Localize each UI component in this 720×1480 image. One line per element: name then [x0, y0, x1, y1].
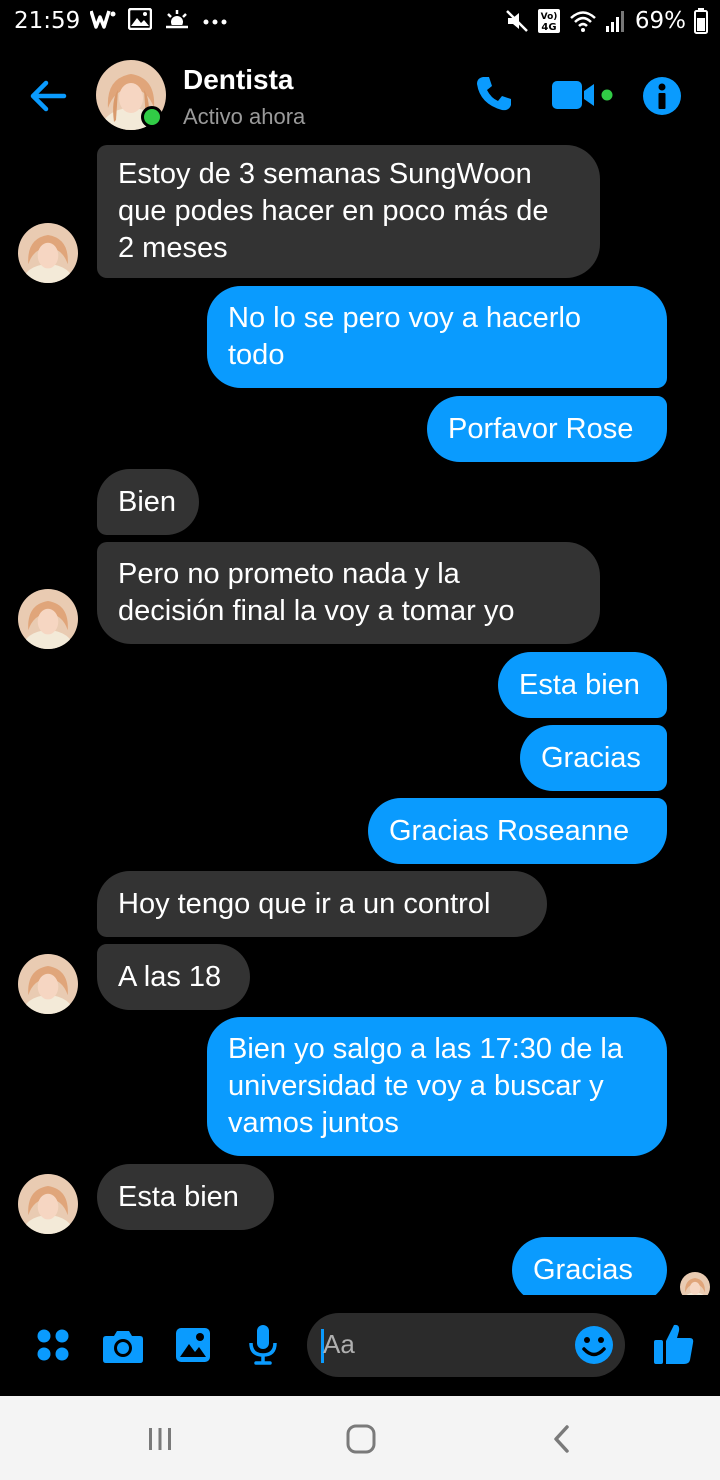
message-input-placeholder: Aa [323, 1329, 355, 1359]
apps-icon[interactable] [36, 1328, 70, 1362]
message-line: Esta bien [118, 1180, 239, 1213]
w-app-icon [90, 10, 116, 29]
home-icon[interactable] [344, 1424, 378, 1454]
conversation-header: Dentista Activo ahora [0, 48, 720, 140]
status-time: 21:59 [14, 8, 81, 34]
message-line: Gracias [541, 741, 641, 774]
message-line: Porfavor Rose [448, 412, 634, 445]
phone-icon[interactable] [474, 74, 514, 114]
camera-icon[interactable] [102, 1328, 144, 1364]
notification-icons [90, 8, 228, 30]
contact-name[interactable]: Dentista [183, 64, 293, 96]
message-line: Hoy tengo que ir a un control [118, 887, 491, 920]
message-composer: Aa [0, 1298, 720, 1394]
message-line: Estoy de 3 semanas SungWoon [118, 158, 532, 190]
video-camera-icon[interactable] [550, 78, 616, 112]
message-line: No lo se pero voy a hacerlo [228, 302, 582, 334]
sender-avatar[interactable] [18, 1174, 78, 1234]
mute-icon [505, 10, 528, 32]
battery-percentage: 69% [634, 8, 686, 34]
message-line: vamos juntos [228, 1107, 399, 1139]
message-incoming[interactable]: Bien [97, 469, 199, 535]
emoji-icon[interactable] [573, 1324, 615, 1366]
back-arrow-icon[interactable] [26, 74, 70, 118]
thumbs-up-icon[interactable] [653, 1322, 695, 1366]
message-outgoing[interactable]: Esta bien [498, 652, 667, 718]
status-bar: 21:59 Vo) 4G 69% [0, 0, 720, 44]
recent-apps-icon[interactable] [145, 1424, 175, 1454]
battery-icon [694, 8, 708, 34]
message-list[interactable]: Estoy de 3 semanas SungWoon que podes ha… [0, 140, 720, 1295]
gallery-notification-icon [128, 8, 152, 30]
message-input[interactable]: Aa [307, 1313, 625, 1377]
message-outgoing[interactable]: Gracias Roseanne [368, 798, 667, 864]
message-line: Gracias [533, 1253, 633, 1286]
system-icons: Vo) 4G 69% [505, 8, 708, 34]
message-line: universidad te voy a buscar y [228, 1070, 604, 1102]
message-line: Bien yo salgo a las 17:30 de la [228, 1033, 623, 1065]
more-notifications-icon [203, 19, 227, 25]
weather-icon [166, 10, 188, 30]
message-line: que podes hacer en poco más de [118, 195, 549, 227]
message-line: decisión final la voy a tomar yo [118, 595, 515, 627]
online-status-indicator [141, 106, 163, 128]
message-outgoing[interactable]: Bien yo salgo a las 17:30 de la universi… [207, 1017, 667, 1156]
message-incoming[interactable]: Estoy de 3 semanas SungWoon que podes ha… [97, 145, 600, 278]
sender-avatar[interactable] [18, 954, 78, 1014]
message-incoming[interactable]: A las 18 [97, 944, 250, 1010]
message-line: A las 18 [118, 960, 222, 993]
seen-receipt-avatar [680, 1272, 710, 1295]
message-incoming[interactable]: Esta bien [97, 1164, 274, 1230]
signal-icon [605, 11, 624, 32]
message-line: 2 meses [118, 232, 228, 264]
contact-active-status: Activo ahora [183, 104, 306, 129]
image-icon[interactable] [175, 1327, 211, 1363]
info-icon[interactable] [642, 76, 682, 116]
microphone-icon[interactable] [248, 1324, 278, 1366]
sender-avatar[interactable] [18, 223, 78, 283]
message-outgoing[interactable]: Gracias [520, 725, 667, 791]
message-line: Gracias Roseanne [389, 814, 630, 847]
svg-text:Vo): Vo) [540, 12, 557, 22]
message-outgoing[interactable]: No lo se pero voy a hacerlo todo [207, 286, 667, 388]
message-line: Pero no prometo nada y la [118, 558, 460, 590]
message-outgoing[interactable]: Porfavor Rose [427, 396, 667, 462]
svg-text:4G: 4G [541, 22, 556, 33]
message-outgoing[interactable]: Gracias [512, 1237, 667, 1295]
sender-avatar[interactable] [18, 589, 78, 649]
android-navigation-bar [0, 1396, 720, 1480]
message-incoming[interactable]: Hoy tengo que ir a un control [97, 871, 547, 937]
volte-icon: Vo)4G [537, 9, 560, 33]
message-line: todo [228, 339, 285, 371]
message-line: Esta bien [519, 668, 640, 701]
message-line: Bien [118, 485, 177, 518]
wifi-icon [570, 11, 596, 32]
message-incoming[interactable]: Pero no prometo nada y la decisión final… [97, 542, 600, 644]
back-icon[interactable] [549, 1424, 575, 1454]
